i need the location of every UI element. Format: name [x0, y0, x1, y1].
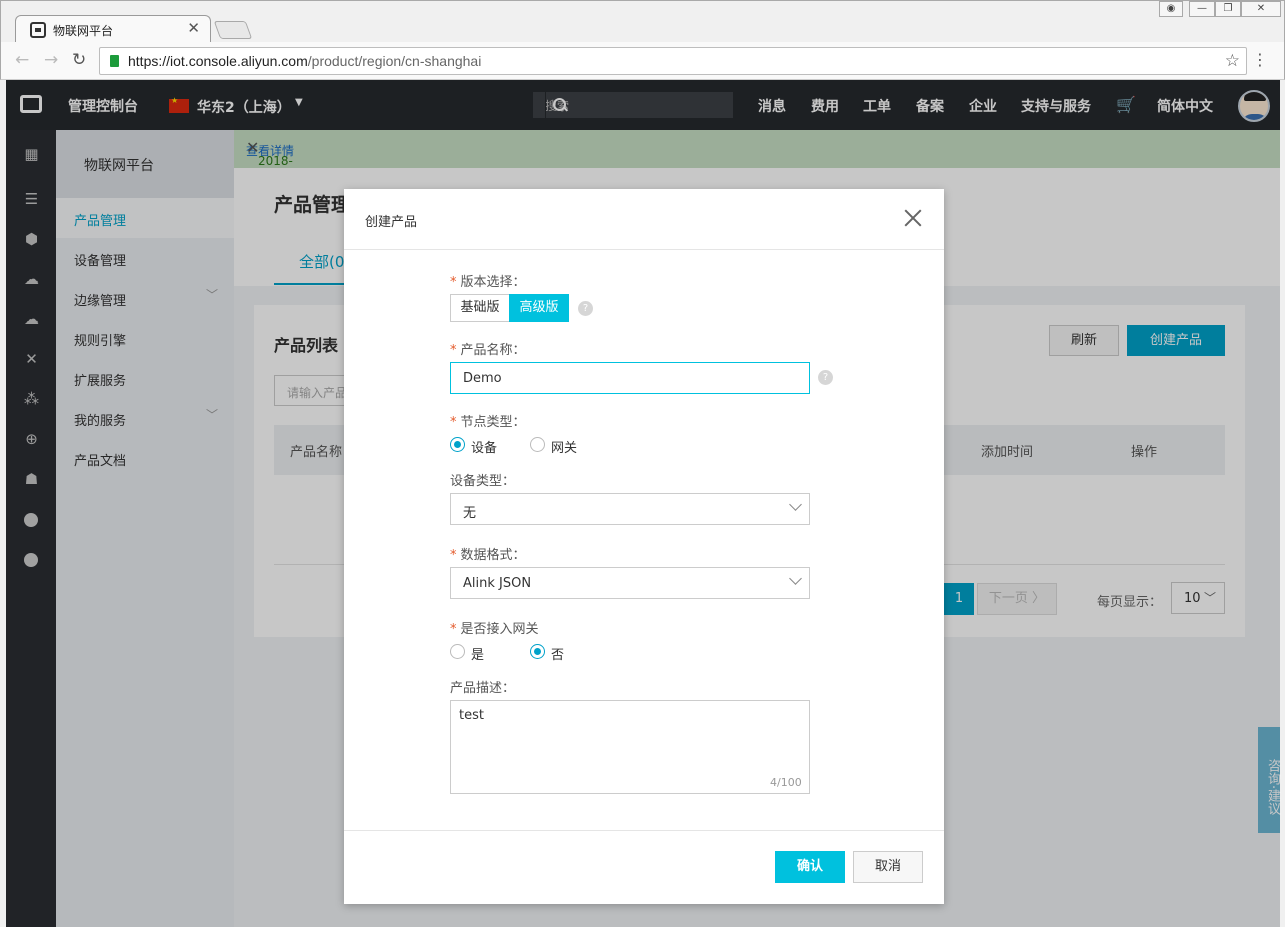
gateway-access-label: * 是否接入网关 [450, 622, 539, 637]
cancel-button[interactable]: 取消 [853, 851, 923, 883]
version-label: * 版本选择： [450, 275, 526, 290]
tab-close-icon[interactable]: ✕ [187, 19, 200, 37]
lock-icon [110, 55, 119, 67]
data-format-label: * 数据格式： [450, 548, 526, 563]
restore-button[interactable]: ❐ [1215, 1, 1241, 17]
dialog-title: 创建产品 [365, 215, 418, 230]
chevron-down-icon [789, 572, 803, 586]
minimize-button[interactable]: — [1189, 1, 1215, 17]
new-tab-button[interactable] [213, 21, 253, 39]
browser-tab[interactable]: 物联网平台 ✕ [15, 15, 211, 44]
create-product-dialog: 创建产品 * 版本选择： 基础版 高级版 ? * 产品名称： Demo ? * 节点类… [344, 189, 944, 904]
tab-title: 物联网平台 [53, 24, 114, 38]
browser-toolbar: ← → ↻ https://iot.console.aliyun.com/pro… [0, 42, 1285, 80]
product-name-label: * 产品名称： [450, 343, 526, 358]
chevron-down-icon [789, 498, 803, 512]
node-gateway-radio[interactable] [530, 437, 545, 452]
data-format-select[interactable]: Alink JSON [450, 567, 810, 599]
aliyun-favicon-icon [30, 22, 46, 38]
help-icon[interactable]: ? [578, 301, 593, 316]
node-gateway-label: 网关 [551, 441, 578, 456]
address-bar[interactable]: https://iot.console.aliyun.com/product/r… [99, 47, 1247, 75]
bookmark-star-icon[interactable]: ☆ [1225, 51, 1240, 71]
product-name-input[interactable]: Demo [450, 362, 810, 394]
browser-tabstrip: 物联网平台 ✕ ◉ — ❐ ✕ [0, 0, 1285, 44]
node-device-label: 设备 [471, 441, 498, 456]
forward-arrow-icon[interactable]: → [44, 50, 58, 70]
confirm-button[interactable]: 确认 [775, 851, 845, 883]
reload-icon[interactable]: ↻ [72, 50, 86, 70]
node-type-label: * 节点类型： [450, 415, 526, 430]
device-type-select[interactable]: 无 [450, 493, 810, 525]
node-device-radio[interactable] [450, 437, 465, 452]
gateway-no-label: 否 [551, 648, 565, 663]
gateway-yes-label: 是 [471, 648, 485, 663]
url-text: https://iot.console.aliyun.com/product/r… [128, 53, 482, 69]
gateway-yes-radio[interactable] [450, 644, 465, 659]
profile-icon[interactable]: ◉ [1159, 1, 1183, 17]
back-arrow-icon[interactable]: ← [15, 50, 29, 70]
description-counter: 4/100 [770, 776, 802, 789]
browser-menu-icon[interactable]: ⋮ [1252, 50, 1268, 69]
description-textarea[interactable]: test [450, 700, 810, 794]
gateway-no-radio[interactable] [530, 644, 545, 659]
device-type-label: 设备类型： [450, 474, 516, 489]
version-pro-option[interactable]: 高级版 [509, 294, 569, 322]
close-window-button[interactable]: ✕ [1241, 1, 1281, 17]
close-icon[interactable] [902, 207, 924, 229]
description-label: 产品描述： [450, 681, 516, 696]
dialog-footer-divider [344, 830, 944, 831]
version-basic-option[interactable]: 基础版 [450, 294, 510, 322]
help-icon[interactable]: ? [818, 370, 833, 385]
dialog-header: 创建产品 [344, 189, 944, 250]
